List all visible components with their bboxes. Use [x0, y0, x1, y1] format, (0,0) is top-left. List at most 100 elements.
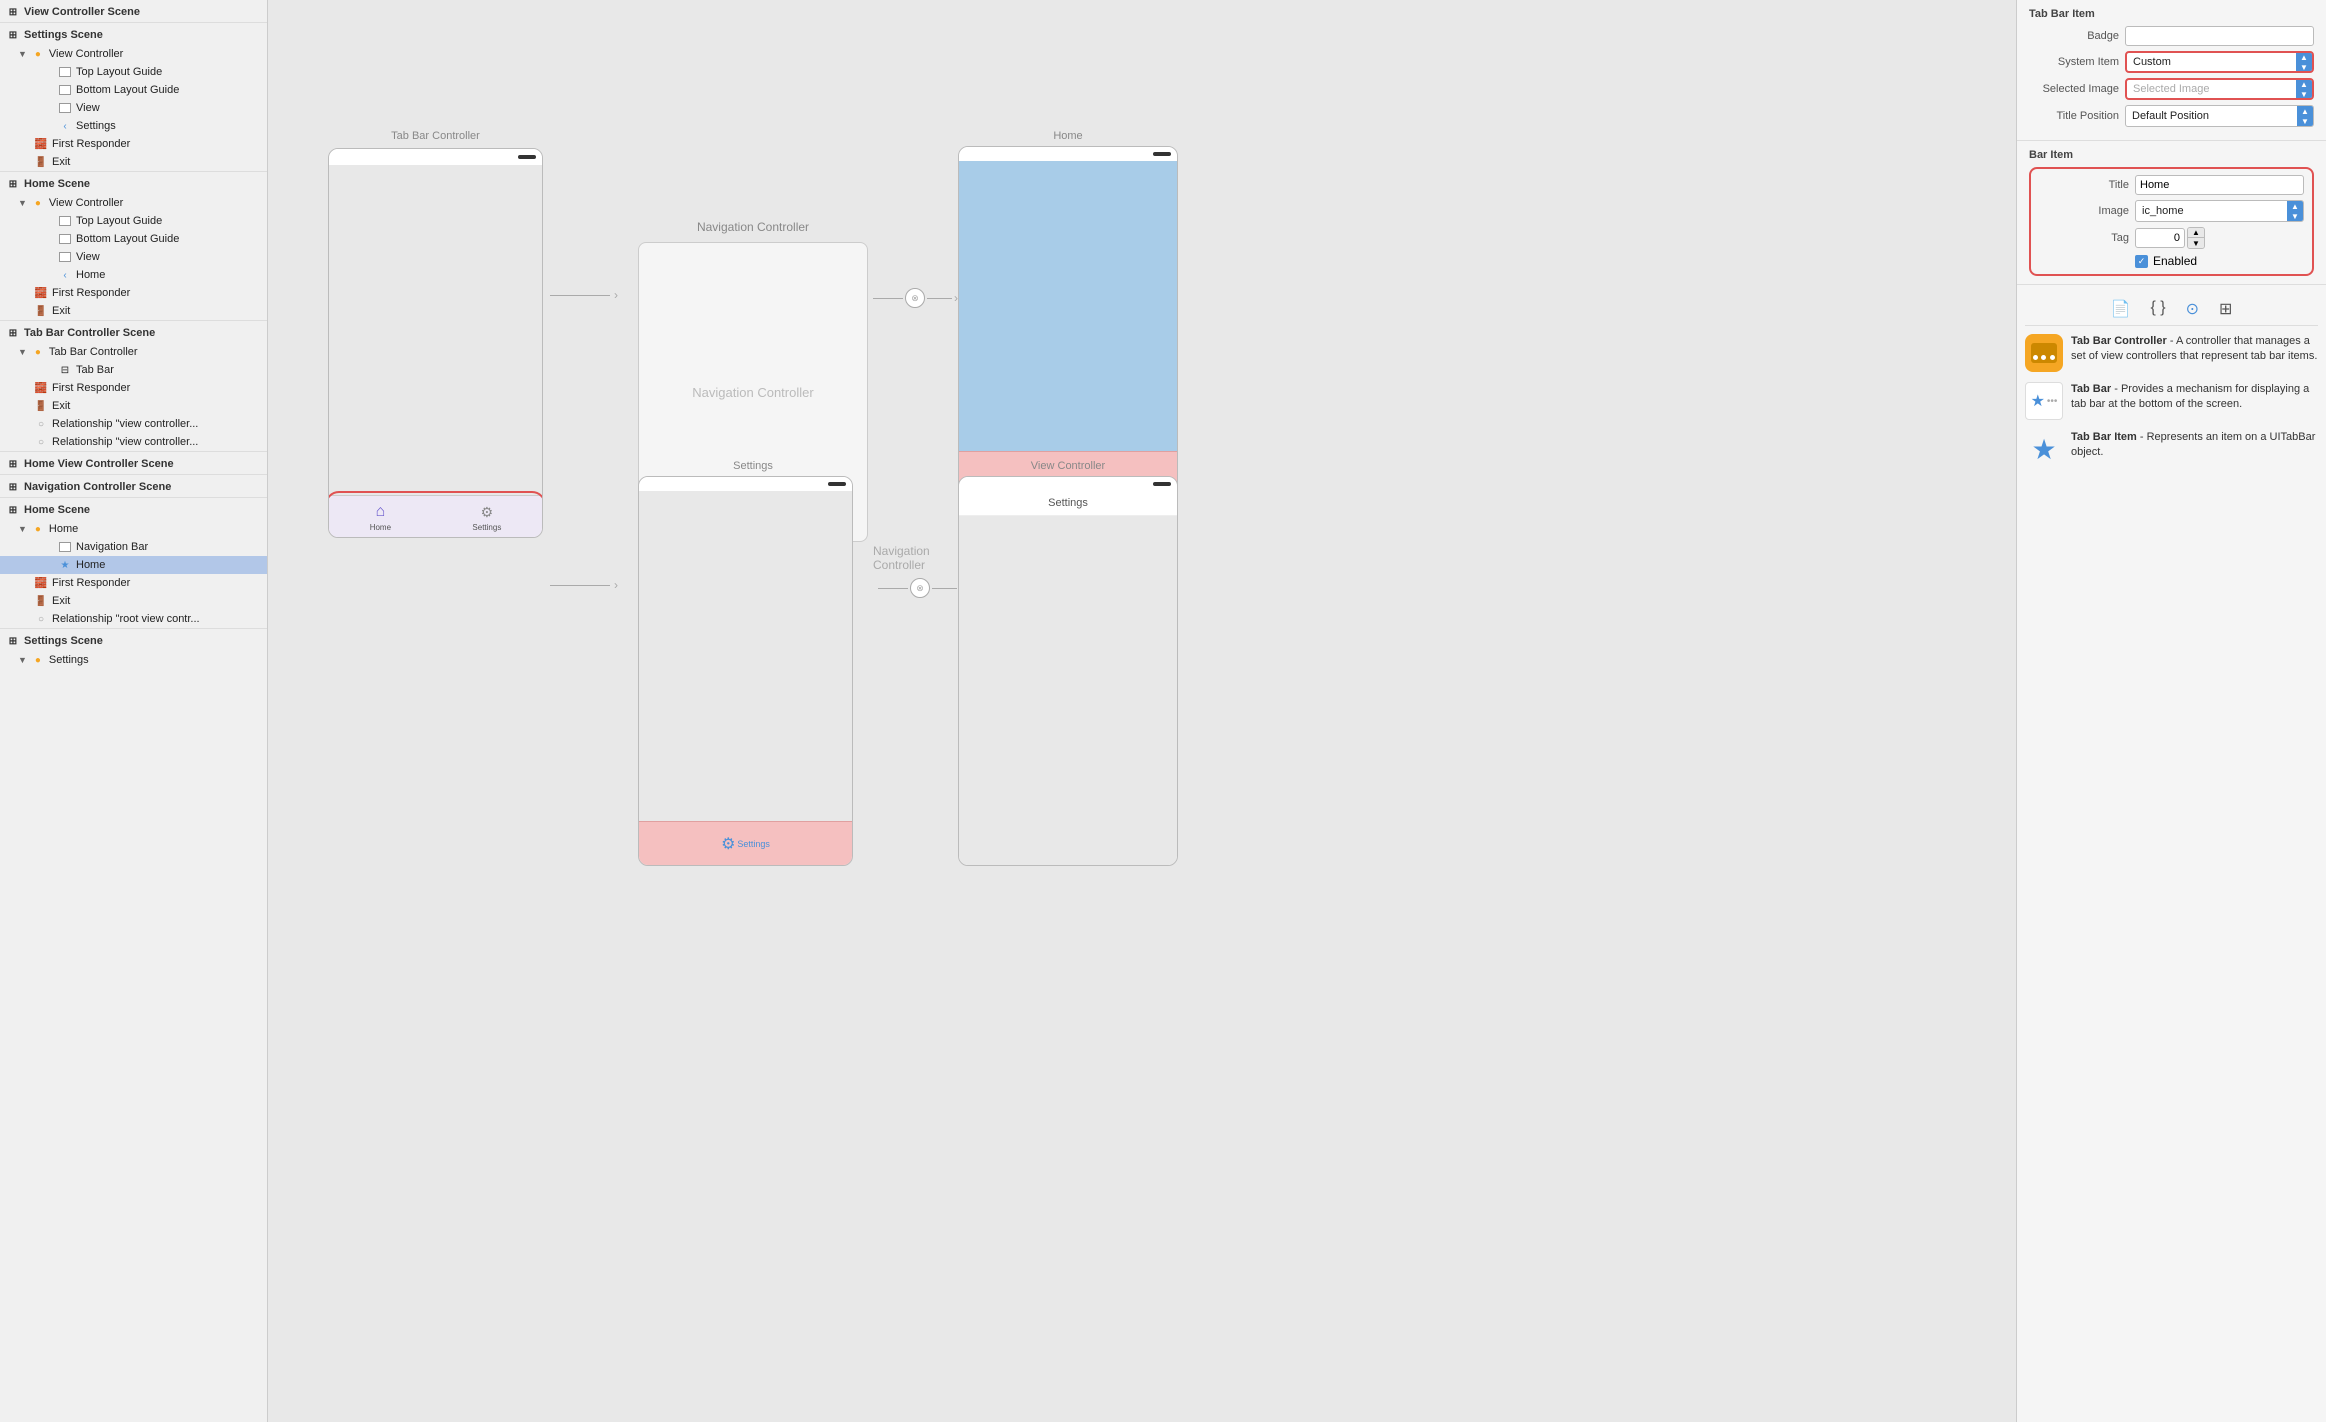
sidebar-item-label: Bottom Layout Guide	[76, 233, 179, 245]
title-position-label: Title Position	[2029, 110, 2119, 122]
exit-icon2: 🚪	[34, 304, 48, 318]
grid-icon[interactable]: ⊞	[2219, 299, 2232, 319]
scene-icon-settings: ⊞	[6, 28, 20, 42]
bar-title-input[interactable]	[2135, 175, 2304, 195]
sidebar-item-vc1[interactable]: ▼ ● View Controller	[0, 45, 267, 63]
enabled-checkbox[interactable]: ✓	[2135, 255, 2148, 268]
disclosure-icon5: ▼	[18, 655, 27, 665]
bar-item-section: Bar Item Title Image ic_home ▲ ▼ Tag	[2017, 141, 2326, 285]
sidebar-item-label: Exit	[52, 305, 70, 317]
enabled-row: ✓ Enabled	[2135, 254, 2304, 268]
stepper-up-btn[interactable]: ▲	[2188, 228, 2204, 238]
title-position-arrow[interactable]: ▲ ▼	[2297, 106, 2313, 126]
bracket-icon[interactable]: { }	[2150, 299, 2165, 319]
vc-title-bar: Settings	[959, 491, 1177, 516]
sidebar-item-vc2[interactable]: ▼ ● View Controller	[0, 194, 267, 212]
tab-home-label: Home	[370, 523, 391, 532]
system-item-arrow[interactable]: ▲ ▼	[2296, 53, 2312, 71]
scene-label-home2: Home Scene	[24, 504, 90, 516]
info-panel: 📄 { } ⊙ ⊞ Tab Bar Controller - A control…	[2017, 285, 2326, 1422]
sidebar-item-responder1[interactable]: 🧱 First Responder	[0, 135, 267, 153]
circle-icon[interactable]: ⊙	[2186, 299, 2199, 319]
exit-icon1: 🚪	[34, 155, 48, 169]
bar-image-arrow[interactable]: ▲ ▼	[2287, 201, 2303, 221]
tbi-info-icon: ★	[2025, 430, 2063, 468]
arrow-line3	[927, 298, 952, 299]
chevron-icon2: ‹	[58, 268, 72, 282]
bar-tag-label: Tag	[2039, 232, 2129, 244]
sidebar-item-view2[interactable]: View	[0, 248, 267, 266]
bar-image-select[interactable]: ic_home ▲ ▼	[2135, 200, 2304, 222]
sidebar-item-label: Tab Bar	[76, 364, 114, 376]
arrow-line6	[932, 588, 957, 589]
sidebar-item-tbc[interactable]: ▼ ● Tab Bar Controller	[0, 343, 267, 361]
sidebar-item-label: View Controller	[49, 197, 123, 209]
sidebar-item-rel2[interactable]: ○ Relationship "view controller...	[0, 433, 267, 451]
chevron-icon1: ‹	[58, 119, 72, 133]
responder-icon4: 🧱	[34, 576, 48, 590]
scene-header-settings: ⊞ Settings Scene	[0, 22, 267, 45]
tab-settings[interactable]: ⚙ Settings	[472, 504, 501, 532]
sidebar-item-rel1[interactable]: ○ Relationship "view controller...	[0, 415, 267, 433]
disclosure-icon: ▼	[18, 49, 27, 59]
sidebar-item-toplayout2[interactable]: Top Layout Guide	[0, 212, 267, 230]
stepper-down-btn[interactable]: ▼	[2188, 238, 2204, 248]
settings2-vc-icon: ●	[31, 653, 45, 667]
arrow-circle1: ⊗	[905, 288, 925, 308]
sidebar-item-tabbar[interactable]: ⊟ Tab Bar	[0, 361, 267, 379]
sidebar-item-toplayout1[interactable]: Top Layout Guide	[0, 63, 267, 81]
sidebar-item-label: Exit	[52, 595, 70, 607]
responder-icon2: 🧱	[34, 286, 48, 300]
title-position-select[interactable]: Default Position ▲ ▼	[2125, 105, 2314, 127]
nav-ctrl-bottom-label: Navigation Controller	[873, 538, 953, 578]
bar-tag-stepper-buttons[interactable]: ▲ ▼	[2187, 227, 2205, 249]
sidebar-item-bottomlayout1[interactable]: Bottom Layout Guide	[0, 81, 267, 99]
sidebar-item-view1[interactable]: View	[0, 99, 267, 117]
sidebar-item-home2-vc[interactable]: ▼ ● Home	[0, 520, 267, 538]
rect-icon1	[58, 65, 72, 79]
sidebar-item-bottomlayout2[interactable]: Bottom Layout Guide	[0, 230, 267, 248]
sidebar-item-navbar[interactable]: Navigation Bar	[0, 538, 267, 556]
sidebar-item-rel3[interactable]: ○ Relationship "root view contr...	[0, 610, 267, 628]
tb-star-icon: ★	[2031, 391, 2045, 411]
arrow-line1	[550, 295, 610, 296]
nav-ctrl-label2: Settings ⚙ Settings	[638, 460, 868, 866]
badge-input[interactable]	[2125, 26, 2314, 46]
sidebar-item-responder3[interactable]: 🧱 First Responder	[0, 379, 267, 397]
info-item-tbi-text: Tab Bar Item - Represents an item on a U…	[2071, 430, 2318, 461]
sidebar-item-exit3[interactable]: 🚪 Exit	[0, 397, 267, 415]
vc-scene-group: View Controller Settings	[958, 460, 1178, 866]
sidebar-item-exit1[interactable]: 🚪 Exit	[0, 153, 267, 171]
sidebar-item-exit2[interactable]: 🚪 Exit	[0, 302, 267, 320]
sidebar-item-responder4[interactable]: 🧱 First Responder	[0, 574, 267, 592]
rel-icon3: ○	[34, 612, 48, 626]
tbc-tabbar: ⌂ Home ⚙ Settings	[329, 495, 542, 538]
sidebar-item-label: Home	[76, 559, 105, 571]
sidebar-item-home-star[interactable]: ★ Home	[0, 556, 267, 574]
selected-image-select[interactable]: Selected Image ▲ ▼	[2125, 78, 2314, 100]
scene-header-settings2: ⊞ Settings Scene	[0, 628, 267, 651]
sidebar-item-exit4[interactable]: 🚪 Exit	[0, 592, 267, 610]
sidebar-item-responder2[interactable]: 🧱 First Responder	[0, 284, 267, 302]
sidebar-item-home-chevron[interactable]: ‹ Home	[0, 266, 267, 284]
system-item-value: Custom	[2129, 56, 2171, 68]
tbc-icon-tree: ●	[31, 345, 45, 359]
sidebar-item-label: Settings	[76, 120, 116, 132]
star-icon: ★	[58, 558, 72, 572]
tab-home[interactable]: ⌂ Home	[370, 503, 391, 532]
selected-image-arrow[interactable]: ▲ ▼	[2296, 80, 2312, 98]
sidebar-item-label: Home	[76, 269, 105, 281]
tbc-status-dot	[518, 155, 536, 159]
vc-body	[959, 516, 1177, 866]
info-item-tbc: Tab Bar Controller - A controller that m…	[2025, 334, 2318, 372]
sidebar-item-settings2-vc[interactable]: ▼ ● Settings	[0, 651, 267, 669]
sidebar-item-settings-chevron[interactable]: ‹ Settings	[0, 117, 267, 135]
sidebar-item-label: Relationship "view controller...	[52, 436, 198, 448]
canvas: Tab Bar Controller ⌂ Home ⚙ Settings	[268, 0, 2016, 1422]
scene-label-tbc: Tab Bar Controller Scene	[24, 327, 155, 339]
system-item-select[interactable]: Custom ▲ ▼	[2125, 51, 2314, 73]
sidebar-item-label: Tab Bar Controller	[49, 346, 138, 358]
doc-icon[interactable]: 📄	[2111, 299, 2131, 319]
sidebar-item-label: Bottom Layout Guide	[76, 84, 179, 96]
system-item-row: System Item Custom ▲ ▼	[2029, 51, 2314, 73]
